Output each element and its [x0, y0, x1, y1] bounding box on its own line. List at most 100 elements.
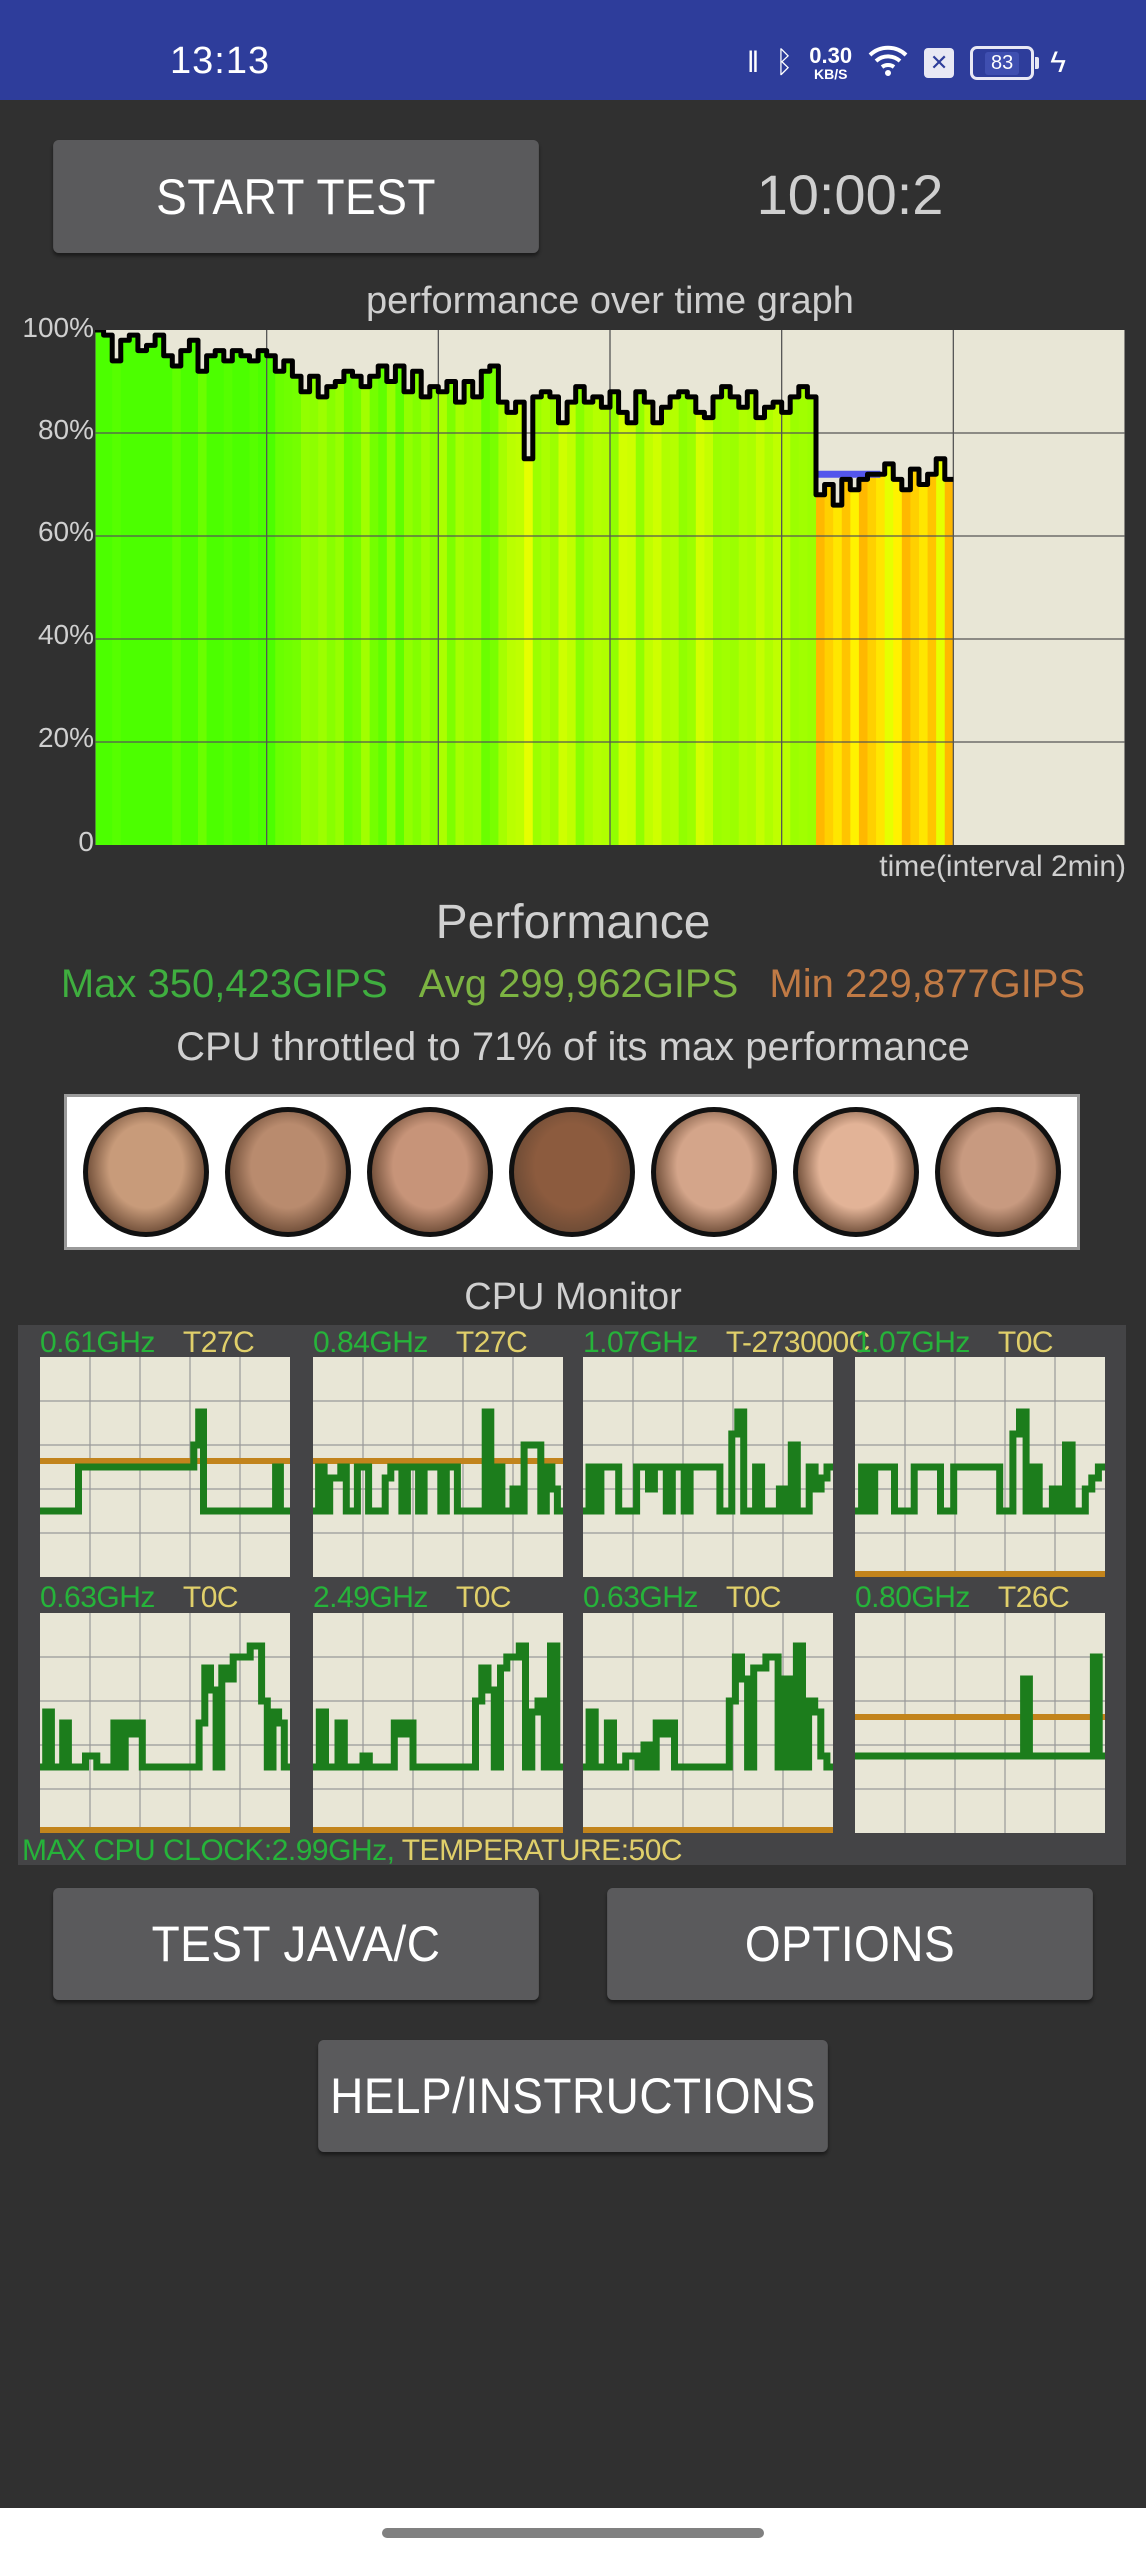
test-timer: 10:00:2 [756, 163, 944, 226]
y-tick-label: 80% [37, 414, 94, 445]
performance-bar [507, 412, 517, 845]
core-frequency: 0.80GHz [855, 1581, 970, 1614]
cpu-monitor-title: CPU Monitor [464, 1276, 682, 1318]
performance-bar [575, 386, 585, 845]
performance-bar [515, 402, 525, 845]
performance-bar [155, 335, 165, 845]
performance-bar [592, 396, 603, 845]
performance-title: Performance [435, 896, 711, 949]
performance-bar [532, 396, 542, 845]
core-chart [313, 1357, 563, 1577]
core-chart [40, 1357, 290, 1577]
core-label: 2.49GHz T0C [313, 1581, 512, 1615]
home-gesture-handle[interactable] [382, 2528, 764, 2538]
performance-bar [481, 371, 491, 845]
performance-bar [910, 469, 920, 845]
performance-bar [558, 422, 568, 845]
core-temperature: T0C [997, 1326, 1054, 1359]
performance-graph [95, 330, 1125, 845]
cpu-monitor-footer: MAX CPU CLOCK:2.99GHz, TEMPERATURE:50C [22, 1834, 683, 1868]
performance-bar [584, 402, 594, 845]
performance-bar [343, 371, 354, 845]
core-frequency: 1.07GHz [855, 1326, 970, 1359]
performance-bar [627, 422, 637, 845]
performance-bar [661, 407, 671, 845]
performance-bar [429, 386, 439, 845]
battery-level: 83 [984, 51, 1020, 75]
ad-banner-faces[interactable] [64, 1094, 1080, 1250]
performance-bar [781, 412, 791, 845]
performance-bar [773, 402, 783, 845]
performance-bar [137, 350, 148, 845]
sim-x-icon: ✕ [924, 48, 955, 78]
performance-bar [206, 355, 216, 845]
performance-bar [747, 391, 757, 845]
performance-bar [335, 381, 345, 845]
performance-bar [541, 391, 551, 845]
performance-bar [730, 396, 740, 845]
max-cpu-clock: MAX CPU CLOCK:2.99GHz, [22, 1834, 395, 1867]
performance-bar [816, 494, 826, 845]
performance-bar [687, 396, 697, 845]
core-chart [583, 1357, 833, 1577]
performance-bar [446, 381, 457, 845]
performance-bar [901, 489, 912, 845]
performance-bar [489, 366, 500, 845]
performance-bar [472, 396, 482, 845]
ad-face-image [935, 1107, 1061, 1237]
performance-bar [455, 402, 465, 845]
options-button[interactable]: OPTIONS [607, 1888, 1093, 2000]
network-speed-value: 0.30 [809, 43, 853, 68]
y-tick-label: 0 [78, 826, 94, 857]
start-test-button[interactable]: START TEST [53, 140, 539, 253]
performance-bar [824, 484, 834, 845]
performance-bar [635, 391, 645, 845]
performance-bar [266, 355, 276, 845]
performance-bar [438, 391, 448, 845]
charging-bolt-icon: ϟ [1050, 46, 1066, 79]
performance-bar [421, 396, 431, 845]
status-bar: 13:13 ‖ ᛒ 0.30 KB/S ✕ 83 ϟ [0, 0, 1146, 100]
performance-bar [850, 489, 860, 845]
core-frequency: 0.63GHz [583, 1581, 698, 1614]
wifi-icon [868, 43, 908, 83]
performance-bar [670, 396, 680, 845]
performance-bar [129, 335, 139, 845]
status-time: 13:13 [170, 40, 271, 82]
battery-icon: 83 [970, 46, 1040, 80]
performance-bar [790, 396, 800, 845]
core-chart-background [855, 1613, 1105, 1833]
core-frequency: 0.63GHz [40, 1581, 155, 1614]
performance-bar [378, 366, 388, 845]
performance-bar [395, 366, 405, 845]
performance-bar [524, 458, 534, 845]
performance-bar [498, 402, 508, 845]
performance-bar [944, 479, 954, 845]
bluetooth-icon: ᛒ [775, 46, 794, 79]
ad-face-image [651, 1107, 777, 1237]
performance-bar [163, 355, 173, 845]
core-chart [855, 1613, 1105, 1833]
y-tick-label: 100% [22, 312, 94, 343]
performance-bar [884, 463, 894, 845]
performance-bar [198, 371, 208, 845]
y-tick-label: 60% [37, 516, 94, 547]
performance-bar [120, 340, 130, 845]
performance-bar [644, 402, 654, 845]
performance-bar [858, 479, 869, 845]
y-tick-label: 40% [37, 619, 94, 650]
performance-bar [919, 484, 929, 845]
performance-bar [404, 391, 414, 845]
test-java-c-button[interactable]: TEST JAVA/C [53, 1888, 539, 2000]
help-instructions-button[interactable]: HELP/INSTRUCTIONS [318, 2040, 828, 2152]
performance-bar [309, 376, 319, 845]
performance-stats: Max 350,423GIPS Avg 299,962GIPS Min 229,… [0, 962, 1146, 1007]
throttle-summary: CPU throttled to 71% of its max performa… [176, 1025, 970, 1069]
core-temperature: T27C [182, 1326, 255, 1359]
ad-face-image [509, 1107, 635, 1237]
core-label: 0.61GHz T27C [40, 1326, 255, 1360]
performance-bar [352, 376, 362, 845]
performance-bar [369, 376, 379, 845]
ad-face-image [83, 1107, 209, 1237]
performance-bar [678, 391, 688, 845]
